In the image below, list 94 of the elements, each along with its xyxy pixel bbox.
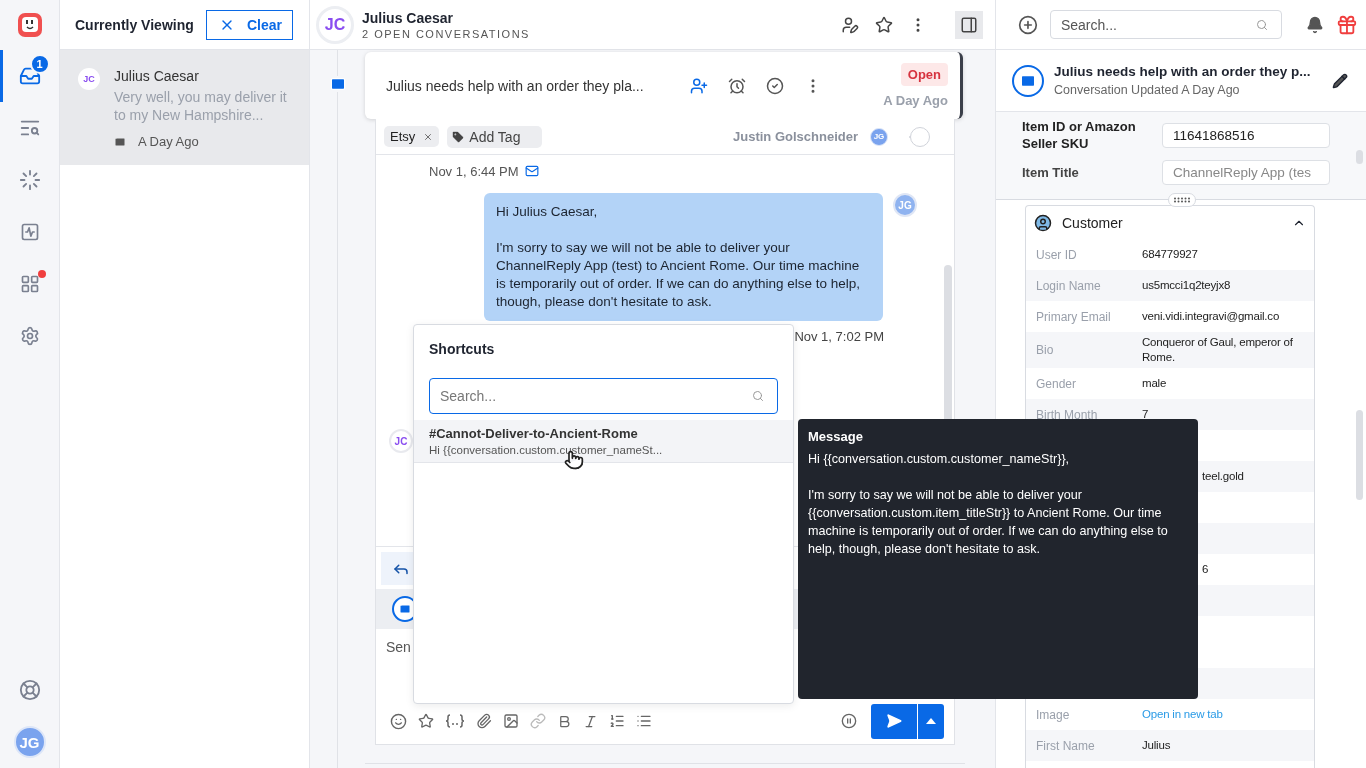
- tag-chip[interactable]: Etsy: [384, 126, 440, 147]
- field-value: 6: [1202, 562, 1209, 577]
- resize-handle[interactable]: [1168, 193, 1196, 207]
- tooltip-title: Message: [808, 429, 864, 444]
- popup-title: Shortcuts: [429, 341, 495, 357]
- bold-icon[interactable]: [557, 713, 572, 729]
- tag-icon: [451, 129, 466, 144]
- scrollbar: [1356, 150, 1363, 164]
- mail-icon: [524, 164, 539, 178]
- contact-name: Julius Caesar: [362, 9, 455, 26]
- gift-icon[interactable]: [1336, 13, 1358, 36]
- clear-button[interactable]: Clear: [205, 9, 293, 40]
- search-icon: [752, 390, 764, 402]
- italic-icon[interactable]: [583, 713, 598, 729]
- search-field[interactable]: Search...: [429, 378, 778, 414]
- contact-name: Julius Caesar: [114, 68, 200, 84]
- message-preview: Very well, you may deliver it to my New Hampshire...: [114, 88, 288, 124]
- add-icon[interactable]: [1018, 14, 1038, 35]
- image-icon[interactable]: [503, 713, 519, 729]
- text-field[interactable]: 11641868516: [1162, 122, 1330, 148]
- activity-icon: [19, 222, 40, 242]
- sidebar-icon: [960, 15, 978, 34]
- field-label: User ID: [1036, 247, 1078, 262]
- field-value: 684779927: [1142, 247, 1198, 262]
- field-label: Birth Month: [1036, 407, 1099, 422]
- customer-avatar: JC: [389, 429, 413, 453]
- conversation-subject: Julius needs help with an order they pla...: [386, 77, 645, 94]
- message-bubble: Hi Julius Caesar, I'm sorry to say we will not be able to deliver your ChannelReply App (test) to Ancient Rome. Our time machine is temporarily out of order. If we can do anything else to help, though, please don't hesitate to ask.: [484, 193, 883, 321]
- send-icon: [886, 713, 902, 729]
- field-label: Item ID or Amazon Seller SKU: [1022, 118, 1137, 152]
- caret-icon: [926, 718, 936, 724]
- bullet-list-icon[interactable]: [636, 713, 652, 729]
- send-button[interactable]: [871, 703, 917, 739]
- field-label: Item Title: [1022, 164, 1080, 181]
- card-title: Customer: [1062, 214, 1123, 231]
- user-edit-icon[interactable]: [841, 15, 859, 34]
- user-avatar: JG: [893, 193, 917, 217]
- remove-icon[interactable]: [423, 131, 434, 142]
- attachment-icon[interactable]: [476, 713, 492, 729]
- field-label: Login Name: [1036, 278, 1102, 293]
- field-value: male: [1142, 376, 1167, 391]
- star-icon[interactable]: [418, 713, 434, 729]
- notification-icon[interactable]: [1306, 15, 1325, 34]
- field-value: Conqueror of Gaul, emperor of Rome.: [1142, 335, 1294, 365]
- field-value: veni.vidi.integravi@gmail.co: [1142, 309, 1280, 324]
- field-label: Image: [1036, 707, 1071, 722]
- field-value: Julius: [1142, 738, 1171, 753]
- add-tag-button[interactable]: Add Tag: [447, 125, 543, 148]
- conversation-count: 2 OPEN CONVERSATIONS: [362, 27, 530, 40]
- conversation-item[interactable]: JC Julius Caesar Very well, you may deliver it to my New Hampshire... A Day Ago: [60, 50, 309, 165]
- numbered-list-icon[interactable]: [609, 713, 625, 729]
- field-value: 7: [1142, 407, 1149, 422]
- conversation-updated: Conversation Updated A Day Ago: [1054, 83, 1241, 97]
- send-options-button[interactable]: [918, 703, 944, 739]
- contact-avatar: JC: [316, 5, 354, 44]
- field-label: Bio: [1036, 343, 1055, 357]
- panel-title: Currently Viewing: [75, 16, 194, 33]
- field-value: us5mcci1q2teyjx8: [1142, 278, 1231, 293]
- assignee-name: Justin Golschneider: [733, 129, 858, 144]
- nav-item[interactable]: 1: [0, 50, 60, 102]
- field-label: First Name: [1036, 738, 1096, 753]
- mail-icon: [114, 135, 126, 148]
- field-label: Gender: [1036, 376, 1078, 391]
- braces-icon[interactable]: [445, 713, 465, 729]
- edit-icon[interactable]: [1332, 72, 1348, 89]
- add-people-icon[interactable]: [690, 76, 708, 95]
- star-icon[interactable]: [875, 15, 893, 34]
- message-timestamp: Nov 1, 6:44 PM: [429, 163, 519, 179]
- pause-icon[interactable]: [841, 713, 857, 729]
- donut-icon: [18, 169, 41, 191]
- draft-text: Sen: [385, 638, 412, 657]
- assignee-avatar: JG: [870, 127, 888, 146]
- search-icon: [1256, 18, 1269, 31]
- status-badge: Open: [900, 63, 948, 86]
- field-value: teel.gold: [1202, 469, 1244, 484]
- grid-icon: [19, 274, 40, 294]
- settings-icon: [19, 326, 40, 346]
- mail-icon: [329, 76, 346, 92]
- customer-icon: [1034, 213, 1052, 232]
- panel-toggle-button[interactable]: [955, 10, 983, 39]
- logo-icon: [16, 12, 43, 38]
- alarm-icon[interactable]: [728, 76, 746, 95]
- contact-avatar: JC: [78, 68, 100, 90]
- help-icon[interactable]: [18, 679, 41, 701]
- conversation-time: A Day Ago: [883, 93, 948, 108]
- mail-icon: [1012, 64, 1044, 97]
- tooltip-text: Hi {{conversation.custom.customer_nameStr}}, I'm sorry to say we will not be able to deliver your {{conversation.custom.item_titleStr}} to Ancient Rome. Our time machine is temporarily out of order. If we can do anything else to help, though, please don't hesitate to ask.: [808, 451, 1169, 558]
- check-icon[interactable]: [766, 76, 784, 95]
- conversation-time: A Day Ago: [138, 134, 199, 149]
- emoji-icon[interactable]: [390, 712, 407, 730]
- conversation-title: Julius needs help with an order they p...: [1054, 64, 1312, 79]
- message-time: Nov 1, 7:02 PM: [794, 329, 884, 344]
- field-label: Primary Email: [1036, 309, 1112, 324]
- count-badge: 1: [29, 54, 50, 74]
